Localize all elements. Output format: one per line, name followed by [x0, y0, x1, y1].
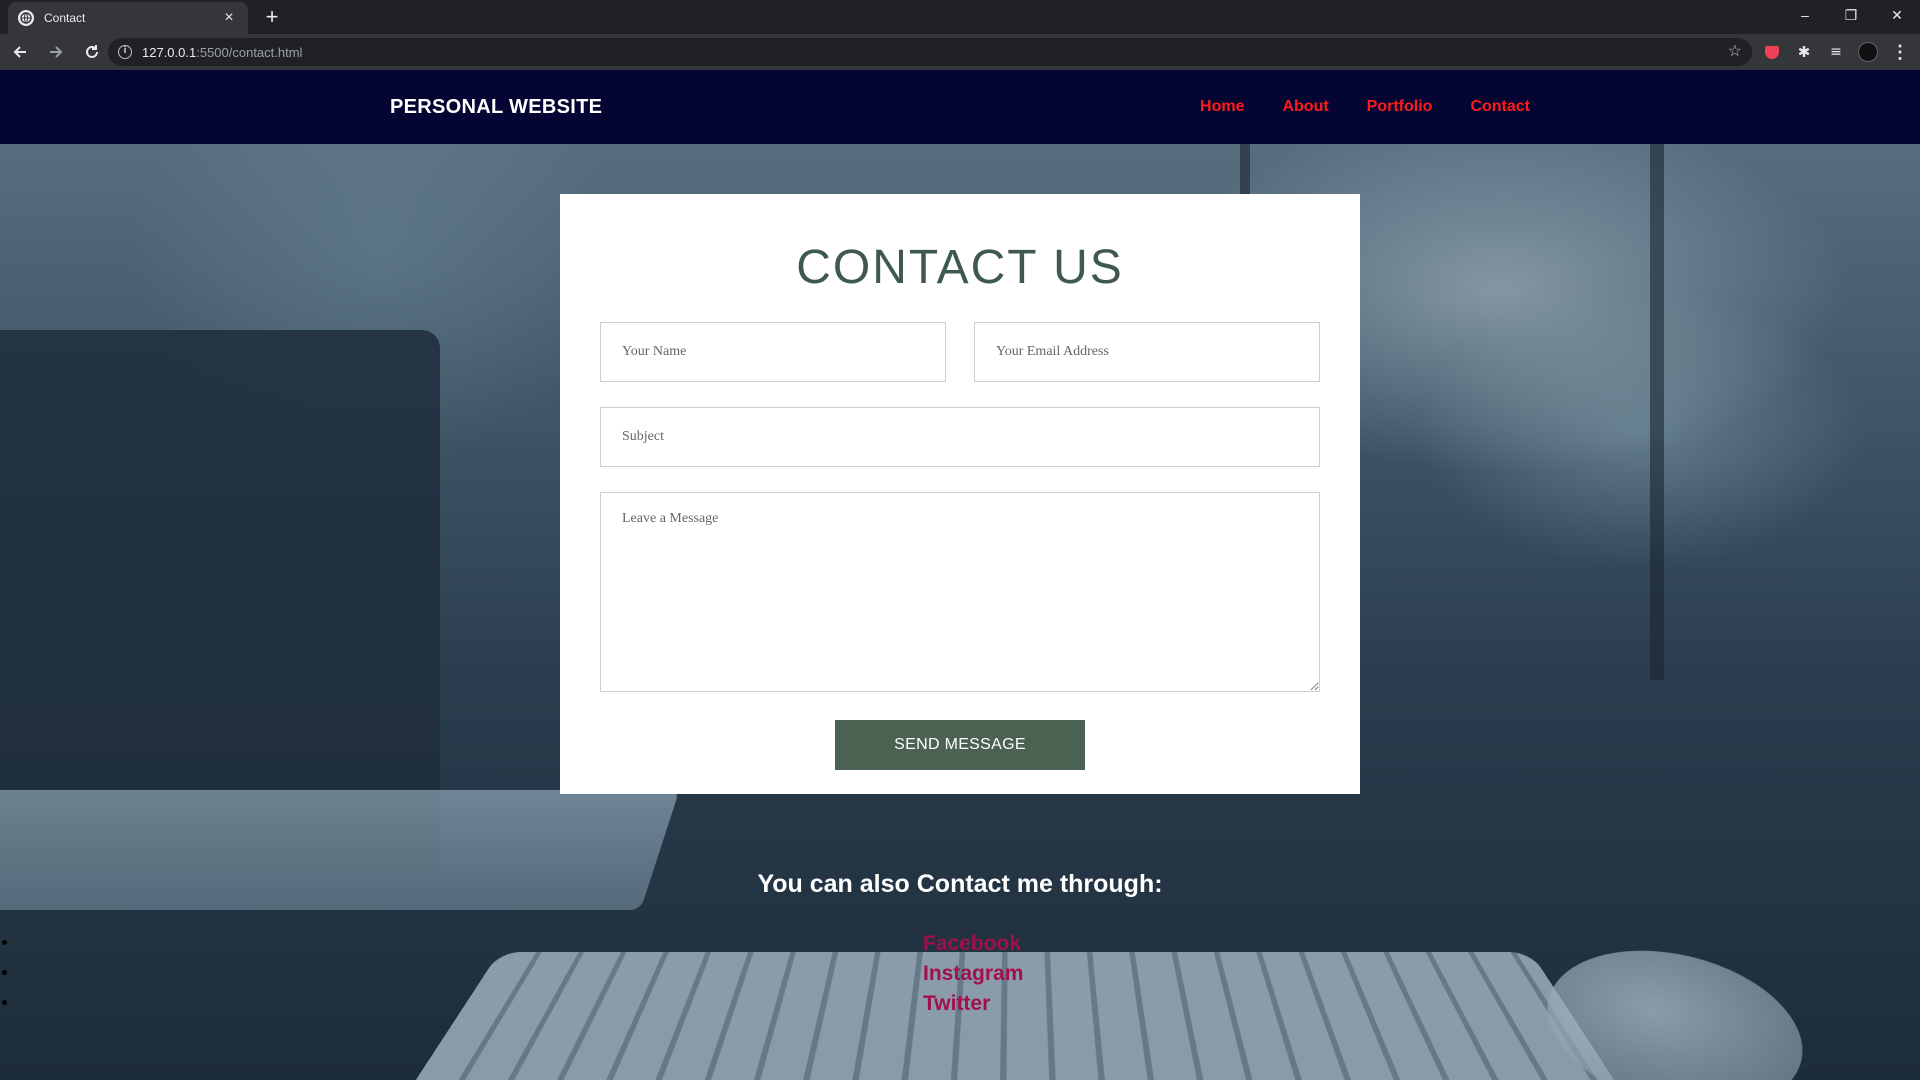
- nav-link-contact[interactable]: Contact: [1470, 98, 1530, 116]
- reload-icon[interactable]: [76, 36, 108, 68]
- instagram-link[interactable]: Instagram: [923, 962, 1023, 986]
- new-tab-button[interactable]: +: [258, 4, 286, 32]
- list-bullet: [2, 940, 7, 945]
- close-icon[interactable]: ×: [220, 10, 238, 26]
- site-header: PERSONAL WEBSITE Home About Portfolio Co…: [0, 70, 1920, 144]
- pocket-icon[interactable]: [1760, 40, 1784, 64]
- twitter-link[interactable]: Twitter: [923, 992, 990, 1016]
- list-bullet: [2, 970, 7, 975]
- list-item: Twitter: [0, 992, 1920, 1022]
- email-field[interactable]: [974, 322, 1320, 382]
- nav-link-home[interactable]: Home: [1200, 98, 1244, 116]
- name-field[interactable]: [600, 322, 946, 382]
- message-field[interactable]: [600, 492, 1320, 692]
- list-item: Instagram: [0, 962, 1920, 992]
- send-message-button[interactable]: SEND MESSAGE: [835, 720, 1085, 770]
- media-icon[interactable]: ≡: [1824, 40, 1848, 64]
- page-title: CONTACT US: [796, 241, 1124, 294]
- avatar[interactable]: [1856, 40, 1880, 64]
- menu-icon[interactable]: ⋮: [1888, 40, 1912, 64]
- url-host: 127.0.0.1: [142, 44, 197, 60]
- puzzle-icon[interactable]: ✱: [1792, 40, 1816, 64]
- star-icon[interactable]: ☆: [1728, 43, 1742, 61]
- minimize-button[interactable]: –: [1782, 0, 1828, 30]
- back-icon[interactable]: [4, 36, 36, 68]
- tab-title: Contact: [44, 11, 86, 25]
- restore-button[interactable]: ❐: [1828, 0, 1874, 30]
- forward-icon[interactable]: [40, 36, 72, 68]
- list-item: Facebook: [0, 932, 1920, 962]
- window-controls: – ❐ ✕: [1782, 0, 1920, 30]
- background-decoration: [1650, 120, 1664, 680]
- extensions-area: ✱ ≡ ⋮: [1760, 38, 1912, 66]
- address-bar[interactable]: i 127.0.0.1 :5500/contact.html ☆: [108, 38, 1752, 66]
- social-links-list: Facebook Instagram Twitter: [0, 932, 1920, 1022]
- browser-tab[interactable]: Contact ×: [8, 2, 248, 34]
- nav-link-portfolio[interactable]: Portfolio: [1367, 98, 1433, 116]
- browser-tabstrip: Contact × + – ❐ ✕: [0, 0, 1920, 34]
- site-nav: Home About Portfolio Contact: [1200, 98, 1530, 116]
- globe-icon: [18, 10, 34, 26]
- close-window-button[interactable]: ✕: [1874, 0, 1920, 30]
- facebook-link[interactable]: Facebook: [923, 932, 1021, 956]
- nav-link-about[interactable]: About: [1282, 98, 1328, 116]
- browser-toolbar: i 127.0.0.1 :5500/contact.html ☆ ✱ ≡ ⋮: [0, 34, 1920, 70]
- social-heading: You can also Contact me through:: [757, 870, 1163, 898]
- background-laptop: [0, 330, 440, 870]
- page-viewport: PERSONAL WEBSITE Home About Portfolio Co…: [0, 70, 1920, 1080]
- list-bullet: [2, 1000, 7, 1005]
- subject-field[interactable]: [600, 407, 1320, 467]
- site-brand[interactable]: PERSONAL WEBSITE: [390, 96, 602, 119]
- url-path: :5500/contact.html: [196, 44, 303, 60]
- info-icon[interactable]: i: [118, 45, 132, 59]
- contact-form-card: CONTACT US SEND MESSAGE: [560, 194, 1360, 794]
